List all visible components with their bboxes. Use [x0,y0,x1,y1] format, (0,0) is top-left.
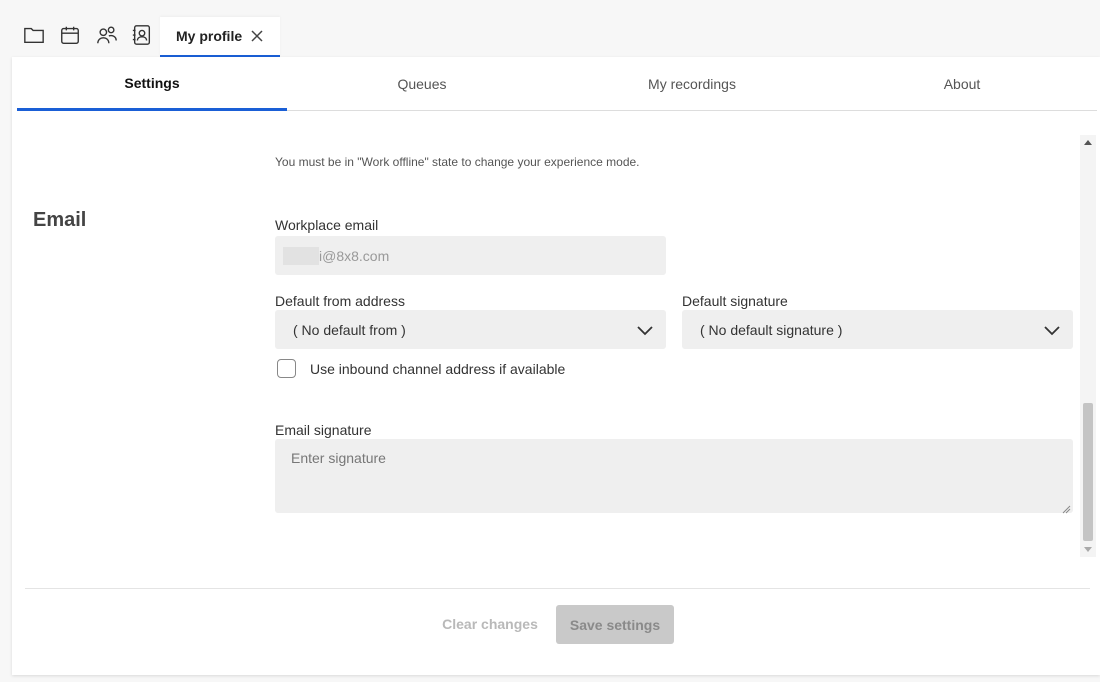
default-from-label: Default from address [275,293,405,309]
scroll-down-arrow-icon[interactable] [1084,547,1092,552]
people-icon[interactable] [96,24,118,46]
scroll-thumb[interactable] [1083,403,1093,541]
folder-icon[interactable] [23,24,45,46]
email-signature-placeholder: Enter signature [291,450,386,466]
default-signature-value: ( No default signature ) [700,321,843,338]
top-toolbar: My profile [0,0,1100,57]
footer-divider [25,588,1090,589]
email-signature-label: Email signature [275,422,372,438]
redacted-email-part [283,246,319,265]
default-from-value: ( No default from ) [293,321,406,338]
content-scrollbar[interactable] [1080,135,1096,557]
calendar-icon[interactable] [59,24,81,46]
email-section-title: Email [33,209,87,231]
inbound-address-checkbox[interactable] [277,359,296,378]
tab-my-recordings[interactable]: My recordings [557,57,827,111]
my-profile-tab-label: My profile [176,28,243,44]
profile-tabs: Settings Queues My recordings About [17,57,1097,111]
work-offline-notice: You must be in "Work offline" state to c… [275,155,640,169]
inbound-address-option: Use inbound channel address if available [277,359,565,378]
chevron-down-icon [636,321,654,339]
tab-about[interactable]: About [827,57,1097,111]
save-settings-button[interactable]: Save settings [556,605,674,644]
workplace-email-value: i@8x8.com [319,247,390,264]
scroll-up-arrow-icon[interactable] [1084,140,1092,145]
workplace-email-field[interactable]: i@8x8.com [275,236,666,275]
default-signature-select[interactable]: ( No default signature ) [682,310,1073,349]
my-profile-tab[interactable]: My profile [160,17,280,57]
chevron-down-icon [1043,321,1061,339]
resize-grip-icon[interactable] [1061,501,1071,514]
contact-book-icon[interactable] [131,24,153,46]
inbound-address-label: Use inbound channel address if available [310,360,566,377]
default-from-select[interactable]: ( No default from ) [275,310,666,349]
profile-panel: Settings Queues My recordings About You … [12,57,1100,675]
workplace-email-label: Workplace email [275,217,379,233]
close-icon[interactable] [250,29,264,43]
tab-queues[interactable]: Queues [287,57,557,111]
default-signature-label: Default signature [682,293,788,309]
tab-settings[interactable]: Settings [17,57,287,111]
clear-changes-button[interactable]: Clear changes [432,605,548,643]
email-signature-textarea[interactable]: Enter signature [275,439,1073,514]
